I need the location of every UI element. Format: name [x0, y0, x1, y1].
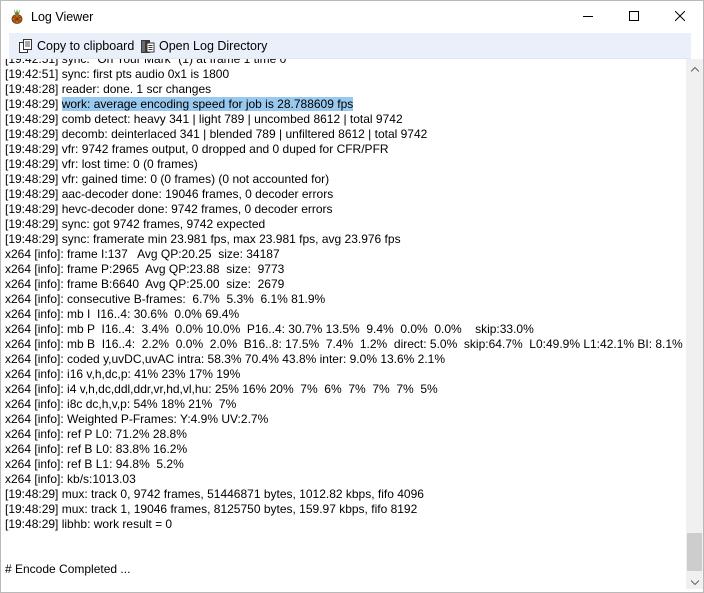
log-line: x264 [info]: frame B:6640 Avg QP:25.00 s…: [5, 277, 683, 292]
log-line: x264 [info]: Weighted P-Frames: Y:4.9% U…: [5, 412, 683, 427]
log-line-text: [19:48:29] hevc-decoder done: 9742 frame…: [5, 202, 333, 216]
log-line-text: # Encode Completed ...: [5, 562, 131, 576]
log-line: x264 [info]: consecutive B-frames: 6.7% …: [5, 292, 683, 307]
log-line: [19:48:29] comb detect: heavy 341 | ligh…: [5, 112, 683, 127]
log-line: x264 [info]: mb I I16..4: 30.6% 0.0% 69.…: [5, 307, 683, 322]
log-line-text: x264 [info]: ref B L0: 83.8% 16.2%: [5, 442, 188, 456]
close-icon: [675, 11, 685, 21]
log-line-text: [19:48:29] sync: got 9742 frames, 9742 e…: [5, 217, 266, 231]
log-line: [19:48:29] vfr: lost time: 0 (0 frames): [5, 157, 683, 172]
log-line-text: x264 [info]: i16 v,h,dc,p: 41% 23% 17% 1…: [5, 367, 241, 381]
open-log-directory-label: Open Log Directory: [159, 38, 268, 53]
log-line-text: x264 [info]: frame B:6640 Avg QP:25.00 s…: [5, 277, 285, 291]
log-lines: [19:42:51] sync: "On Your Mark" (1) at f…: [5, 59, 683, 577]
toolbar: Copy to clipboard Open Log Directory: [9, 33, 691, 59]
log-line-text: x264 [info]: consecutive B-frames: 6.7% …: [5, 292, 326, 306]
log-line-text: x264 [info]: kb/s:1013.03: [5, 472, 136, 486]
window-title: Log Viewer: [31, 10, 94, 24]
log-line-text: x264 [info]: coded y,uvDC,uvAC intra: 58…: [5, 352, 446, 366]
log-line: [19:48:29] aac-decoder done: 19046 frame…: [5, 187, 683, 202]
minimize-button[interactable]: [565, 1, 611, 31]
log-line-text: x264 [info]: ref P L0: 71.2% 28.8%: [5, 427, 187, 441]
log-line: x264 [info]: mb B I16..4: 2.2% 0.0% 2.0%…: [5, 337, 683, 352]
log-line-text: [19:48:29] mux: track 0, 9742 frames, 51…: [5, 487, 424, 501]
maximize-icon: [629, 11, 639, 21]
log-line: x264 [info]: mb P I16..4: 3.4% 0.0% 10.0…: [5, 322, 683, 337]
log-line-text: [19:48:29] vfr: 9742 frames output, 0 dr…: [5, 142, 389, 156]
log-line-text: [19:48:29]: [5, 97, 62, 111]
log-line-text: [19:48:28] reader: done. 1 scr changes: [5, 82, 212, 96]
copy-icon: [18, 38, 34, 54]
log-line: x264 [info]: i16 v,h,dc,p: 41% 23% 17% 1…: [5, 367, 683, 382]
log-line-text: x264 [info]: mb B I16..4: 2.2% 0.0% 2.0%…: [5, 337, 683, 351]
log-line: [19:48:29] vfr: 9742 frames output, 0 dr…: [5, 142, 683, 157]
maximize-button[interactable]: [611, 1, 657, 31]
scroll-thumb[interactable]: [687, 533, 702, 571]
log-line-text: x264 [info]: Weighted P-Frames: Y:4.9% U…: [5, 412, 269, 426]
log-line-text: [19:42:51] sync: "On Your Mark" (1) at f…: [5, 59, 287, 66]
log-line: [19:48:29] mux: track 1, 19046 frames, 8…: [5, 502, 683, 517]
log-line: [5, 532, 683, 547]
folder-document-icon: [140, 38, 156, 54]
log-line-text: [19:42:51] sync: first pts audio 0x1 is …: [5, 67, 230, 81]
log-line: [19:48:29] vfr: gained time: 0 (0 frames…: [5, 172, 683, 187]
scroll-down-button[interactable]: [686, 572, 703, 589]
title-bar[interactable]: Log Viewer: [1, 1, 703, 32]
log-line: [19:48:29] libhb: work result = 0: [5, 517, 683, 532]
log-line-text: [19:48:29] aac-decoder done: 19046 frame…: [5, 187, 334, 201]
log-line-text: [19:48:29] comb detect: heavy 341 | ligh…: [5, 112, 403, 126]
log-line-text: [19:48:29] vfr: lost time: 0 (0 frames): [5, 157, 198, 171]
selected-log-text[interactable]: work: average encoding speed for job is …: [61, 97, 354, 111]
log-line: [19:42:51] sync: "On Your Mark" (1) at f…: [5, 59, 683, 67]
log-line-text: [19:48:29] sync: framerate min 23.981 fp…: [5, 232, 401, 246]
log-line: [19:48:29] hevc-decoder done: 9742 frame…: [5, 202, 683, 217]
log-line-text: x264 [info]: i4 v,h,dc,ddl,ddr,vr,hd,vl,…: [5, 382, 438, 396]
log-line-text: [19:48:29] vfr: gained time: 0 (0 frames…: [5, 172, 330, 186]
log-line-text: x264 [info]: frame I:137 Avg QP:20.25 si…: [5, 247, 280, 261]
log-text-area[interactable]: [19:42:51] sync: "On Your Mark" (1) at f…: [1, 59, 685, 589]
scroll-down-arrow-icon: [690, 572, 699, 590]
scroll-up-arrow-icon: [690, 59, 699, 77]
log-line: x264 [info]: ref B L1: 94.8% 5.2%: [5, 457, 683, 472]
log-line: x264 [info]: frame P:2965 Avg QP:23.88 s…: [5, 262, 683, 277]
log-line-text: [19:48:29] mux: track 1, 19046 frames, 8…: [5, 502, 418, 516]
log-line-text: x264 [info]: mb P I16..4: 3.4% 0.0% 10.0…: [5, 322, 534, 336]
copy-to-clipboard-button[interactable]: Copy to clipboard: [18, 36, 134, 55]
open-log-directory-button[interactable]: Open Log Directory: [140, 36, 267, 55]
log-line: x264 [info]: kb/s:1013.03: [5, 472, 683, 487]
log-line: x264 [info]: ref B L0: 83.8% 16.2%: [5, 442, 683, 457]
log-line: x264 [info]: i8c dc,h,v,p: 54% 18% 21% 7…: [5, 397, 683, 412]
log-line-text: x264 [info]: mb I I16..4: 30.6% 0.0% 69.…: [5, 307, 240, 321]
log-line: [19:48:28] reader: done. 1 scr changes: [5, 82, 683, 97]
log-line: x264 [info]: frame I:137 Avg QP:20.25 si…: [5, 247, 683, 262]
copy-to-clipboard-label: Copy to clipboard: [37, 38, 135, 53]
log-line: x264 [info]: coded y,uvDC,uvAC intra: 58…: [5, 352, 683, 367]
log-line: [19:48:29] decomb: deinterlaced 341 | bl…: [5, 127, 683, 142]
log-viewer-window: Log Viewer Copy to clipboard Open Log Di…: [0, 0, 704, 593]
log-line-text: x264 [info]: frame P:2965 Avg QP:23.88 s…: [5, 262, 285, 276]
log-line: [5, 547, 683, 562]
log-line: [19:42:51] sync: first pts audio 0x1 is …: [5, 67, 683, 82]
log-line: x264 [info]: i4 v,h,dc,ddl,ddr,vr,hd,vl,…: [5, 382, 683, 397]
log-line: x264 [info]: ref P L0: 71.2% 28.8%: [5, 427, 683, 442]
log-line-text: [19:48:29] libhb: work result = 0: [5, 517, 173, 531]
log-line: [19:48:29] mux: track 0, 9742 frames, 51…: [5, 487, 683, 502]
log-line: # Encode Completed ...: [5, 562, 683, 577]
handbrake-app-icon: [9, 8, 25, 24]
vertical-scrollbar[interactable]: [686, 59, 703, 589]
log-line-text: [19:48:29] decomb: deinterlaced 341 | bl…: [5, 127, 428, 141]
minimize-icon: [583, 11, 593, 21]
log-line: [19:48:29] work: average encoding speed …: [5, 97, 683, 112]
log-line: [19:48:29] sync: got 9742 frames, 9742 e…: [5, 217, 683, 232]
scroll-up-button[interactable]: [686, 59, 703, 76]
log-line: [19:48:29] sync: framerate min 23.981 fp…: [5, 232, 683, 247]
log-line-text: x264 [info]: ref B L1: 94.8% 5.2%: [5, 457, 184, 471]
log-line-text: x264 [info]: i8c dc,h,v,p: 54% 18% 21% 7…: [5, 397, 237, 411]
close-button[interactable]: [657, 1, 703, 31]
